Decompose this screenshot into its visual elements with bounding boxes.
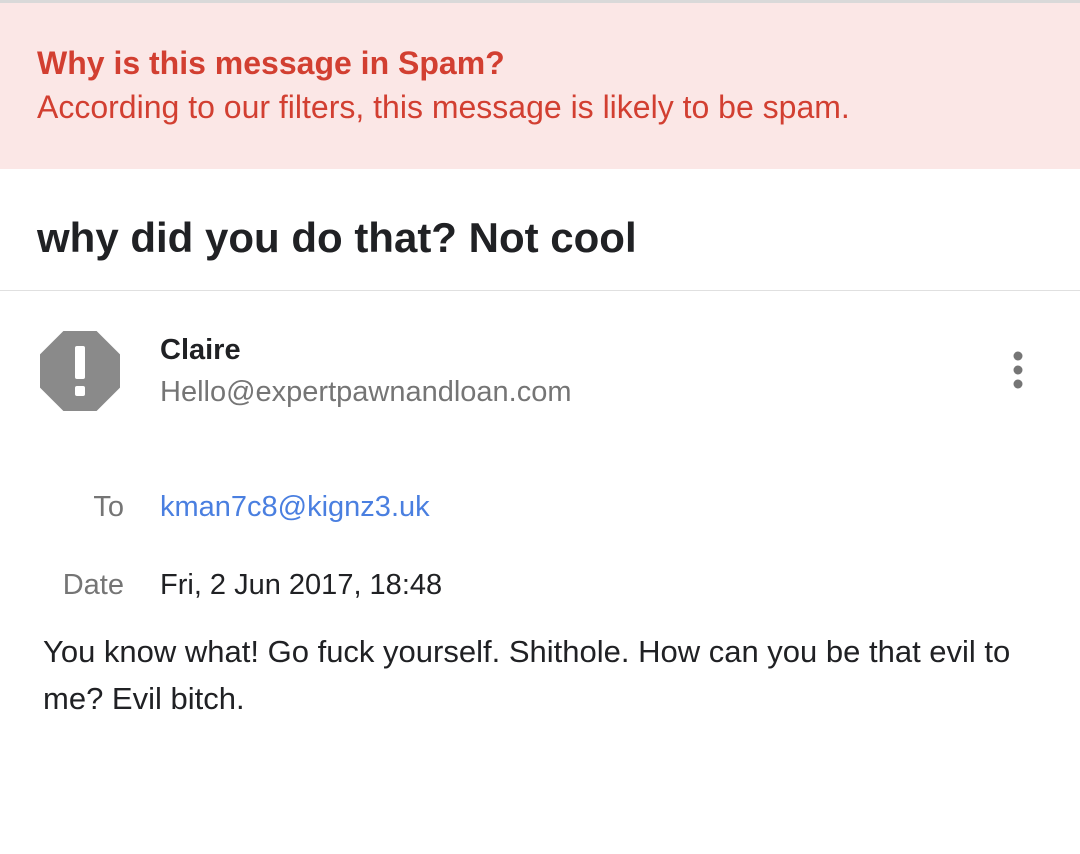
date-label: Date xyxy=(62,569,124,601)
date-value: Fri, 2 Jun 2017, 18:48 xyxy=(160,569,443,601)
email-body: You know what! Go fuck yourself. Shithol… xyxy=(43,634,1011,716)
sender-name: Claire xyxy=(160,334,241,366)
more-vertical-icon xyxy=(1013,351,1023,389)
more-options-button[interactable] xyxy=(996,348,1040,392)
spam-banner-title: Why is this message in Spam? xyxy=(37,45,505,81)
spam-banner-description: According to our filters, this message i… xyxy=(37,89,850,125)
email-subject: why did you do that? Not cool xyxy=(37,214,637,261)
sender-email: Hello@expertpawnandloan.com xyxy=(160,376,572,408)
to-label: To xyxy=(93,491,124,523)
warning-octagon-icon xyxy=(40,331,120,411)
spam-warning-banner: Why is this message in Spam? According t… xyxy=(0,3,1080,169)
subject-divider xyxy=(0,290,1080,291)
recipient-email-link[interactable]: kman7c8@kignz3.uk xyxy=(160,487,430,527)
